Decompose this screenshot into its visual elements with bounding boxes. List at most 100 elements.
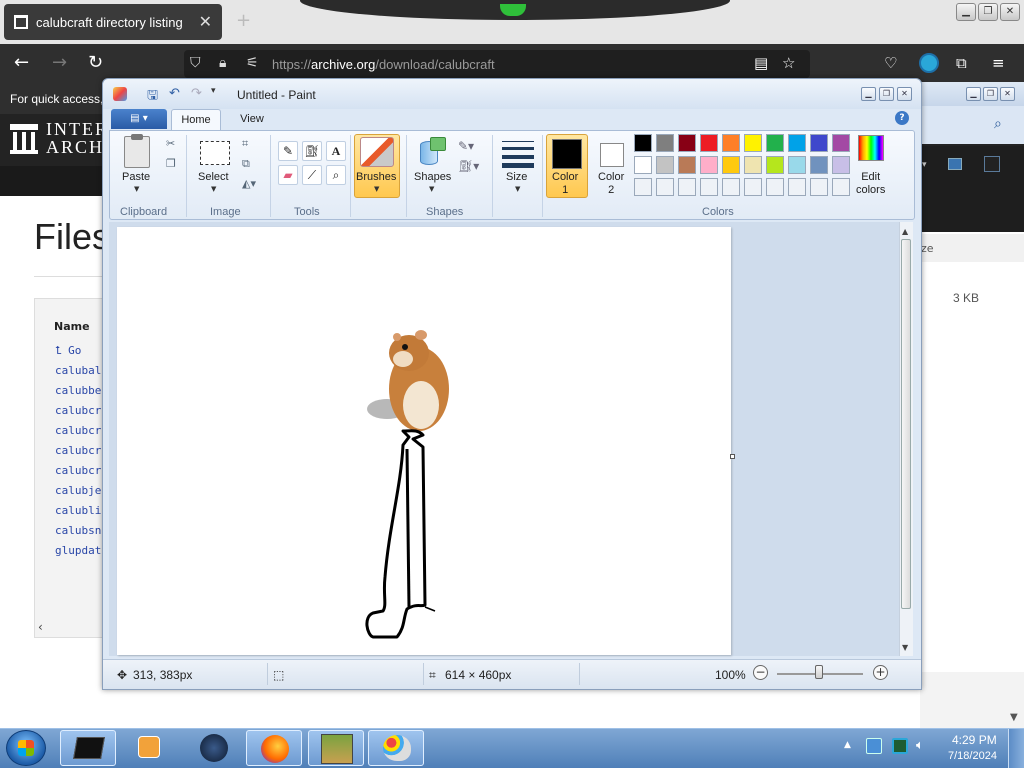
file-link[interactable]: calubcr <box>55 404 101 417</box>
copy-icon[interactable]: ❐ <box>166 157 176 170</box>
size-button[interactable]: Size <box>506 171 527 183</box>
bookmark-star-icon[interactable]: ☆ <box>782 54 795 72</box>
file-link[interactable]: calubsn <box>55 524 101 537</box>
show-desktop-button[interactable] <box>1008 729 1024 768</box>
taskbar-firefox[interactable] <box>246 730 302 766</box>
resize-icon[interactable]: ⧉ <box>242 157 250 171</box>
clock-date[interactable]: 7/18/2024 <box>948 750 997 762</box>
palette-swatch[interactable] <box>766 178 784 196</box>
cut-icon[interactable]: ✂ <box>166 137 175 150</box>
restore-button[interactable]: ❐ <box>978 3 998 21</box>
edit-colors-icon[interactable] <box>858 135 884 161</box>
palette-swatch[interactable] <box>766 156 784 174</box>
browser-tab[interactable]: calubcraft directory listing ✕ <box>4 4 222 40</box>
url-text[interactable]: https://archive.org/download/calubcraft <box>272 57 495 72</box>
menu-icon[interactable]: ≡ <box>992 54 1005 72</box>
crop-icon[interactable]: ⌗ <box>242 137 248 151</box>
outline-icon[interactable]: ✎▾ <box>458 139 474 153</box>
palette-swatch[interactable] <box>722 134 740 152</box>
palette-swatch[interactable] <box>832 178 850 196</box>
canvas-resize-handle[interactable] <box>730 454 735 459</box>
file-link[interactable]: calubal <box>55 364 101 377</box>
paint-close-button[interactable]: ✕ <box>897 87 912 101</box>
minimize-button[interactable]: ▁ <box>956 3 976 21</box>
palette-swatch[interactable] <box>656 134 674 152</box>
bg-close-button[interactable]: ✕ <box>1000 87 1015 101</box>
eraser-icon[interactable]: ▰ <box>278 165 298 185</box>
palette-swatch[interactable] <box>766 134 784 152</box>
file-link[interactable]: calubbe <box>55 384 101 397</box>
reader-view-icon[interactable]: ▤ <box>754 54 768 72</box>
profile-icon[interactable] <box>919 53 939 73</box>
palette-swatch[interactable] <box>810 178 828 196</box>
color2-button[interactable] <box>600 143 624 167</box>
save-icon[interactable]: 🖫︎ <box>147 86 158 108</box>
search-icon[interactable]: ⌕ <box>994 116 1002 132</box>
permissions-icon[interactable]: ⚟ <box>246 55 259 71</box>
scroll-down-icon[interactable]: ▼ <box>1010 712 1018 723</box>
palette-swatch[interactable] <box>788 178 806 196</box>
palette-swatch[interactable] <box>810 134 828 152</box>
select-icon[interactable] <box>200 141 230 165</box>
file-link[interactable]: calubcr <box>55 424 101 437</box>
taskbar-terminal[interactable] <box>60 730 116 766</box>
taskbar-paint[interactable] <box>368 730 424 766</box>
paint-minimize-button[interactable]: ▁ <box>861 87 876 101</box>
back-icon[interactable]: ← <box>14 52 29 73</box>
size-icon[interactable] <box>502 141 534 168</box>
brushes-dropdown-icon[interactable]: ▼ <box>374 185 379 193</box>
paint-app-icon[interactable] <box>113 87 127 101</box>
bg-minimize-button[interactable]: ▁ <box>966 87 981 101</box>
forward-icon[interactable]: → <box>52 52 67 73</box>
magnifier-icon[interactable]: ⌕ <box>326 165 346 185</box>
zoom-slider-thumb[interactable] <box>815 665 823 679</box>
go-up-link[interactable]: ⮤ Go <box>55 344 81 358</box>
palette-swatch[interactable] <box>700 134 718 152</box>
palette-swatch[interactable] <box>832 156 850 174</box>
palette-swatch[interactable] <box>788 156 806 174</box>
file-link[interactable]: calubli <box>55 504 101 517</box>
clock-time[interactable]: 4:29 PM <box>952 733 997 747</box>
vertical-scroll-thumb[interactable] <box>901 239 911 609</box>
help-icon[interactable]: ? <box>895 111 909 125</box>
extensions-icon[interactable]: ⧉ <box>956 54 967 72</box>
tab-close-icon[interactable]: ✕ <box>199 12 212 31</box>
scroll-up-icon[interactable]: ▲ <box>902 227 908 236</box>
fill-icon[interactable]: ⛽︎▾ <box>458 159 479 173</box>
palette-swatch[interactable] <box>744 156 762 174</box>
show-hidden-icons[interactable]: ▲ <box>844 740 851 750</box>
start-button[interactable] <box>6 730 46 766</box>
select-button[interactable]: Select <box>198 171 229 183</box>
lock-icon[interactable]: 🔒︎ <box>219 55 226 71</box>
pencil-icon[interactable]: ✎ <box>278 141 298 161</box>
file-link[interactable]: calubje <box>55 484 101 497</box>
palette-swatch[interactable] <box>656 156 674 174</box>
taskbar-app-dark[interactable] <box>186 730 242 766</box>
column-header-name[interactable]: Name <box>54 320 90 333</box>
palette-swatch[interactable] <box>656 178 674 196</box>
palette-swatch[interactable] <box>678 134 696 152</box>
palette-swatch[interactable] <box>744 178 762 196</box>
archive-logo-icon[interactable] <box>10 124 38 154</box>
palette-swatch[interactable] <box>634 134 652 152</box>
paste-icon[interactable] <box>124 134 150 168</box>
shapes-icon[interactable] <box>416 137 448 167</box>
file-link[interactable]: calubcr <box>55 464 101 477</box>
paste-dropdown-icon[interactable]: ▼ <box>134 185 139 193</box>
scroll-left-icon[interactable]: ‹ <box>38 620 43 634</box>
paint-maximize-button[interactable]: ❐ <box>879 87 894 101</box>
palette-swatch[interactable] <box>744 134 762 152</box>
volume-icon[interactable]: 🔈︎ <box>916 738 932 754</box>
palette-swatch[interactable] <box>722 178 740 196</box>
taskbar-hamster-app[interactable] <box>308 730 364 766</box>
zoom-out-button[interactable]: − <box>753 665 768 680</box>
palette-swatch[interactable] <box>634 178 652 196</box>
edit-colors-button[interactable]: Edit colors <box>856 171 885 197</box>
fill-bucket-icon[interactable]: ⛽︎ <box>302 141 322 161</box>
select-dropdown-icon[interactable]: ▼ <box>211 185 216 193</box>
shapes-button[interactable]: Shapes <box>414 171 451 183</box>
file-link[interactable]: calubcr <box>55 444 101 457</box>
rotate-icon[interactable]: ◭▾ <box>242 177 256 190</box>
tab-view[interactable]: View <box>231 109 273 131</box>
file-link[interactable]: glupdat <box>55 544 101 557</box>
